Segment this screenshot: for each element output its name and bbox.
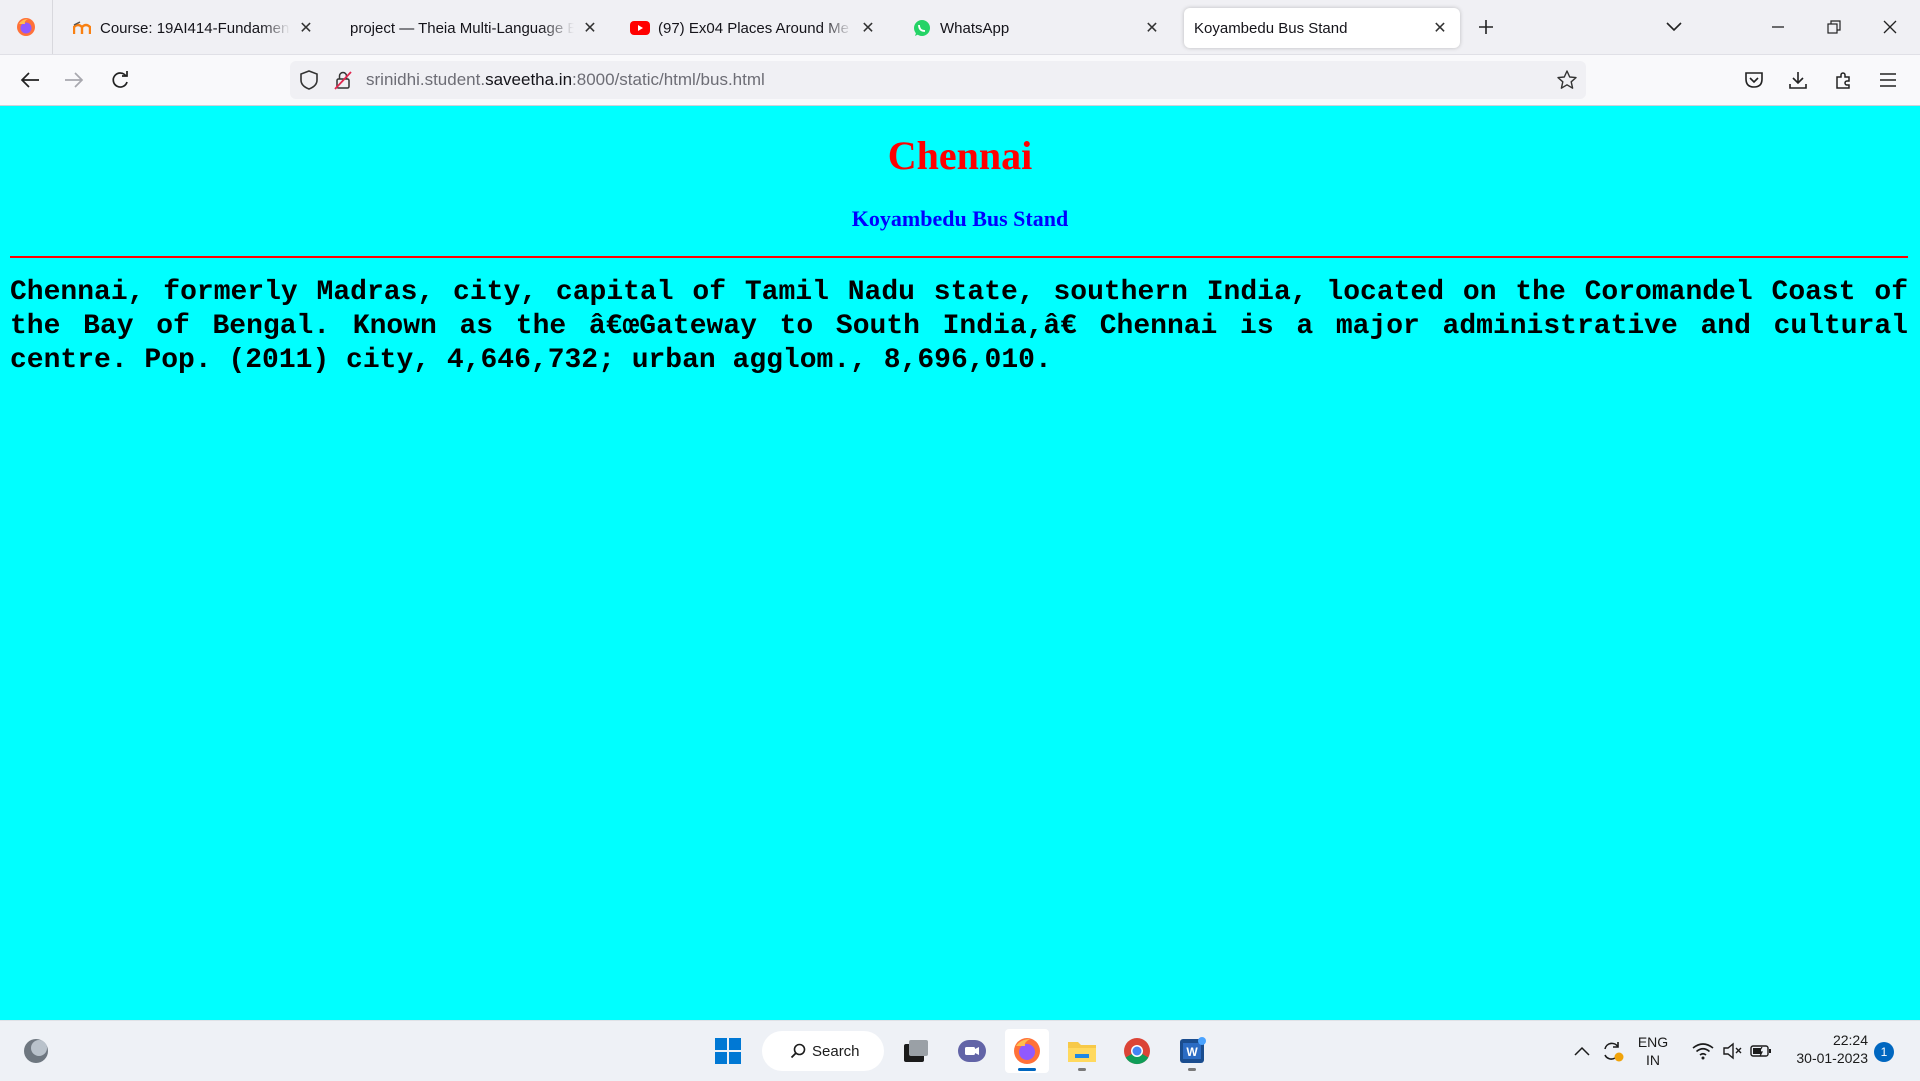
teams-chat-button[interactable] bbox=[950, 1029, 994, 1073]
windows-taskbar: Search W ENG IN 22:24 30-01-2023 1 bbox=[0, 1020, 1920, 1081]
tab-title: project — Theia Multi-Language Explorer bbox=[350, 19, 574, 37]
tab-whatsapp[interactable]: WhatsApp ✕ bbox=[902, 8, 1172, 48]
task-view-button[interactable] bbox=[894, 1029, 938, 1073]
url-domain: saveetha.in bbox=[485, 70, 573, 89]
firefox-taskbar-button[interactable] bbox=[1005, 1029, 1049, 1073]
description-paragraph: Chennai, formerly Madras, city, capital … bbox=[10, 277, 1908, 376]
close-icon[interactable]: ✕ bbox=[1430, 18, 1450, 38]
chrome-button[interactable] bbox=[1115, 1029, 1159, 1073]
url-suffix: :8000/static/html/bus.html bbox=[572, 70, 765, 89]
youtube-icon bbox=[630, 18, 650, 38]
forward-button[interactable] bbox=[58, 64, 90, 96]
shield-icon[interactable] bbox=[298, 69, 320, 91]
list-all-tabs-button[interactable] bbox=[1656, 10, 1692, 44]
speaker-muted-icon bbox=[1722, 1042, 1742, 1060]
task-view-icon bbox=[902, 1038, 930, 1064]
downloads-button[interactable] bbox=[1782, 64, 1814, 96]
arrow-right-icon bbox=[64, 71, 84, 89]
folder-icon bbox=[1067, 1038, 1097, 1064]
insecure-lock-icon[interactable] bbox=[332, 69, 354, 91]
tab-title: Koyambedu Bus Stand bbox=[1194, 19, 1348, 37]
arrow-left-icon bbox=[20, 71, 40, 89]
close-window-button[interactable] bbox=[1872, 10, 1908, 44]
search-icon bbox=[790, 1043, 806, 1059]
tab-koyambedu[interactable]: Koyambedu Bus Stand ✕ bbox=[1184, 8, 1460, 48]
page-subheading: Koyambedu Bus Stand bbox=[851, 206, 1069, 231]
tab-youtube[interactable]: (97) Ex04 Places Around Me - YouTube ✕ bbox=[620, 8, 888, 48]
close-icon[interactable]: ✕ bbox=[296, 18, 316, 38]
menu-button[interactable] bbox=[1872, 64, 1904, 96]
firefox-icon bbox=[16, 17, 36, 37]
svg-text:W: W bbox=[1186, 1045, 1198, 1059]
tab-strip: Course: 19AI414-Fundamentals of Web ✕ pr… bbox=[0, 0, 1920, 55]
new-tab-button[interactable] bbox=[1468, 10, 1504, 44]
page-content: Chennai Koyambedu Bus Stand Chennai, for… bbox=[0, 106, 1920, 1020]
reload-icon bbox=[110, 70, 130, 90]
firefox-view-button[interactable] bbox=[0, 0, 53, 54]
video-chat-icon bbox=[957, 1037, 987, 1065]
page-heading: Chennai bbox=[887, 133, 1033, 178]
active-indicator bbox=[1018, 1068, 1036, 1071]
widgets-button[interactable] bbox=[14, 1029, 58, 1073]
show-hidden-icons-button[interactable] bbox=[1570, 1029, 1594, 1073]
address-bar[interactable]: srinidhi.student.saveetha.in:8000/static… bbox=[290, 61, 1586, 99]
search-label: Search bbox=[812, 1042, 860, 1060]
url-prefix: srinidhi.student. bbox=[366, 70, 486, 89]
clock-date: 30-01-2023 bbox=[1796, 1050, 1868, 1066]
sync-tray-button[interactable] bbox=[1598, 1029, 1626, 1073]
tab-project[interactable]: project — Theia Multi-Language Explorer … bbox=[340, 8, 610, 48]
pocket-icon bbox=[1744, 71, 1764, 89]
tab-course[interactable]: Course: 19AI414-Fundamentals of Web ✕ bbox=[62, 8, 326, 48]
wifi-icon bbox=[1692, 1042, 1714, 1060]
running-indicator bbox=[1188, 1068, 1196, 1071]
pocket-button[interactable] bbox=[1738, 64, 1770, 96]
weather-widget-icon bbox=[21, 1036, 51, 1066]
reload-button[interactable] bbox=[104, 64, 136, 96]
battery-charging-icon bbox=[1750, 1043, 1772, 1059]
start-button[interactable] bbox=[706, 1029, 750, 1073]
minimize-icon bbox=[1771, 20, 1785, 34]
region-code: IN bbox=[1646, 1052, 1660, 1068]
tab-title: WhatsApp bbox=[940, 19, 1010, 37]
word-button[interactable]: W bbox=[1170, 1029, 1214, 1073]
quick-settings-button[interactable] bbox=[1684, 1029, 1780, 1073]
tab-title: (97) Ex04 Places Around Me - YouTube bbox=[658, 19, 852, 37]
close-icon[interactable]: ✕ bbox=[580, 18, 600, 38]
puzzle-icon bbox=[1834, 70, 1854, 90]
sync-warning-icon bbox=[1600, 1039, 1624, 1063]
file-explorer-button[interactable] bbox=[1060, 1029, 1104, 1073]
chevron-down-icon bbox=[1666, 22, 1682, 32]
navigation-toolbar: srinidhi.student.saveetha.in:8000/static… bbox=[0, 55, 1920, 106]
running-indicator bbox=[1078, 1068, 1086, 1071]
whatsapp-icon bbox=[912, 18, 932, 38]
extensions-button[interactable] bbox=[1828, 64, 1860, 96]
download-icon bbox=[1788, 70, 1808, 90]
language-indicator[interactable]: ENG IN bbox=[1632, 1033, 1674, 1069]
minimize-button[interactable] bbox=[1760, 10, 1796, 44]
windows-logo-icon bbox=[714, 1037, 742, 1065]
language-code: ENG bbox=[1637, 1034, 1669, 1050]
notification-badge[interactable]: 1 bbox=[1874, 1042, 1894, 1062]
chrome-icon bbox=[1123, 1037, 1151, 1065]
word-icon: W bbox=[1177, 1036, 1207, 1066]
horizontal-rule bbox=[10, 256, 1908, 258]
restore-button[interactable] bbox=[1816, 10, 1852, 44]
clock[interactable]: 22:24 30-01-2023 bbox=[1784, 1031, 1868, 1067]
restore-icon bbox=[1827, 20, 1841, 34]
hamburger-menu-icon bbox=[1879, 72, 1897, 88]
clock-time: 22:24 bbox=[1832, 1032, 1868, 1048]
bookmark-star-icon[interactable] bbox=[1556, 69, 1578, 91]
close-icon[interactable]: ✕ bbox=[1142, 18, 1162, 38]
taskbar-search[interactable]: Search bbox=[762, 1031, 884, 1071]
url-text[interactable]: srinidhi.student.saveetha.in:8000/static… bbox=[366, 70, 765, 90]
tab-title: Course: 19AI414-Fundamentals of Web bbox=[100, 19, 290, 37]
close-icon bbox=[1883, 20, 1897, 34]
plus-icon bbox=[1478, 19, 1494, 35]
close-icon[interactable]: ✕ bbox=[858, 18, 878, 38]
back-button[interactable] bbox=[14, 64, 46, 96]
firefox-icon bbox=[1012, 1036, 1042, 1066]
moodle-icon bbox=[72, 18, 92, 38]
chevron-up-icon bbox=[1574, 1046, 1590, 1056]
